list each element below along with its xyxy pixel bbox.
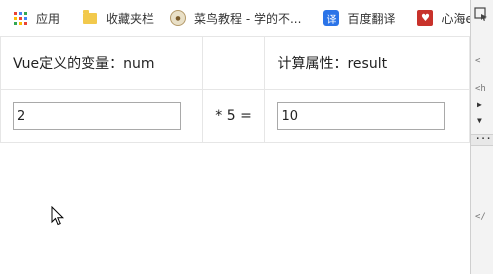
devtools-line[interactable]: <h [475, 84, 486, 94]
bookmark-label: 菜鸟教程 - 学的不... [194, 11, 302, 26]
header-result-label: 计算属性：result [264, 36, 470, 90]
operator-label: * 5 = [201, 89, 266, 143]
table-row: * 5 = [0, 89, 470, 143]
inspect-element-icon[interactable] [474, 7, 488, 21]
apps-icon [12, 10, 28, 26]
bookmarks-bar: 应用 收藏夹栏 ● 菜鸟教程 - 学的不... 译 百度翻译 ♥ 心海e站-点 [0, 0, 493, 37]
apps-dot [13, 16, 17, 20]
num-cell [0, 89, 203, 143]
devtools-line[interactable]: < [475, 56, 480, 66]
apps-dot [18, 21, 22, 25]
baidu-translate-icon: 译 [323, 10, 340, 26]
header-empty-cell [201, 36, 266, 90]
bookmark-favorites-folder[interactable]: 收藏夹栏 [82, 0, 154, 36]
bookmark-baidu-translate[interactable]: 译 百度翻译 [323, 0, 395, 36]
bookmark-apps[interactable]: 应用 [12, 0, 60, 36]
result-input[interactable] [277, 102, 446, 130]
devtools-line[interactable]: </ [475, 212, 486, 222]
apps-dot [13, 21, 17, 25]
apps-dot [23, 11, 27, 15]
devtools-panel: < <h ▶ ▼ ... </ [470, 36, 493, 274]
collapse-arrow-icon[interactable]: ▼ [477, 116, 482, 125]
xinhai-icon: ♥ [417, 10, 434, 26]
apps-dot [23, 16, 27, 20]
runoob-icon: ● [170, 10, 187, 26]
table-header-row: Vue定义的变量：num 计算属性：result [0, 36, 470, 90]
mouse-pointer-icon [51, 206, 65, 226]
bookmark-label: 应用 [36, 11, 61, 26]
header-num-label: Vue定义的变量：num [0, 36, 203, 90]
devtools-ellipsis[interactable]: ... [475, 132, 491, 142]
apps-dot [13, 11, 17, 15]
apps-dot [18, 16, 22, 20]
num-input[interactable] [13, 102, 181, 130]
calc-table: Vue定义的变量：num 计算属性：result * 5 = [0, 36, 470, 143]
devtools-toolbar [470, 0, 493, 36]
apps-dot [23, 21, 27, 25]
expand-arrow-icon[interactable]: ▶ [477, 100, 482, 109]
bookmark-label: 百度翻译 [347, 11, 396, 26]
result-cell [264, 89, 470, 143]
apps-dot [18, 11, 22, 15]
folder-icon [82, 9, 98, 26]
page-content: Vue定义的变量：num 计算属性：result * 5 = [0, 36, 470, 274]
bookmark-label: 收藏夹栏 [106, 11, 155, 26]
bookmark-runoob[interactable]: ● 菜鸟教程 - 学的不... [170, 0, 301, 36]
